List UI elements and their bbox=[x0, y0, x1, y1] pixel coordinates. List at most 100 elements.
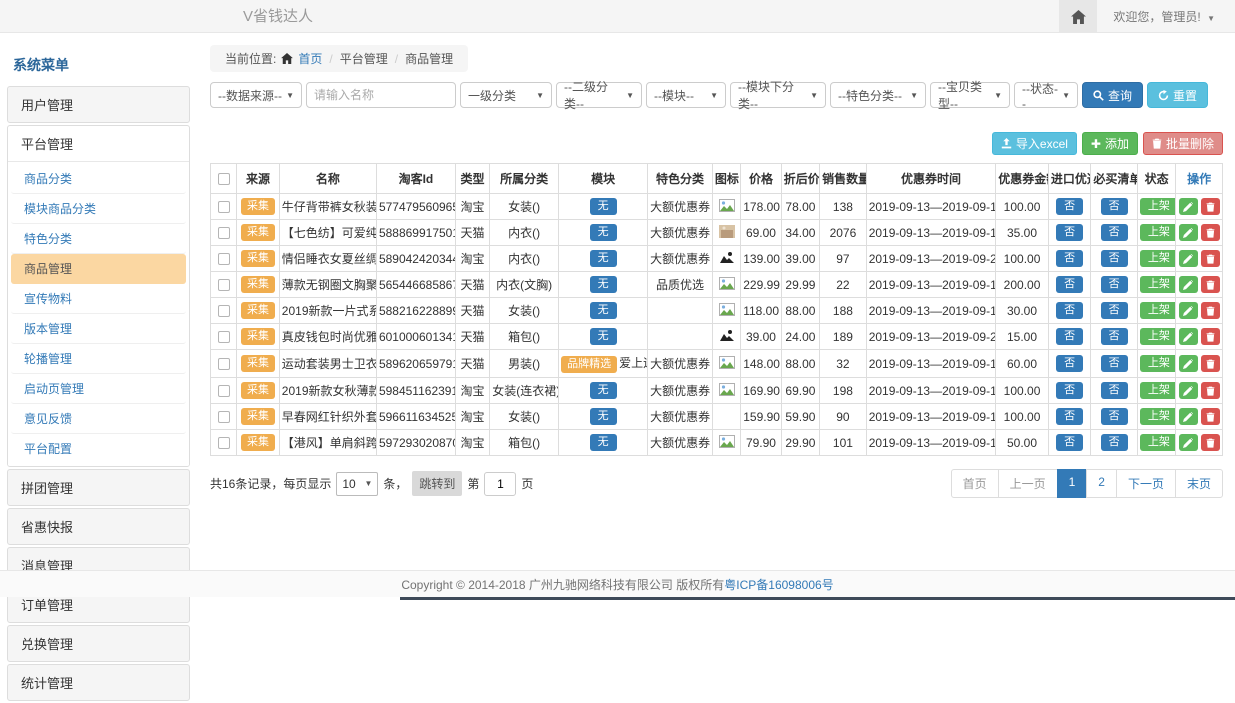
sidebar-item[interactable]: 宣传物料 bbox=[11, 284, 186, 314]
icp-link[interactable]: 粤ICP备16098006号 bbox=[724, 576, 833, 593]
sidebar-item[interactable]: 版本管理 bbox=[11, 314, 186, 344]
must-buy-button[interactable]: 否 bbox=[1101, 408, 1128, 425]
row-checkbox[interactable] bbox=[218, 305, 230, 317]
add-button[interactable]: ✚ 添加 bbox=[1082, 132, 1138, 155]
query-button[interactable]: 查询 bbox=[1082, 82, 1143, 108]
data-source-select[interactable]: --数据来源--▼ bbox=[210, 82, 302, 108]
select-all-checkbox[interactable] bbox=[218, 173, 230, 185]
row-checkbox[interactable] bbox=[218, 279, 230, 291]
reset-button[interactable]: 重置 bbox=[1147, 82, 1208, 108]
delete-button[interactable] bbox=[1201, 328, 1220, 345]
must-buy-button[interactable]: 否 bbox=[1101, 302, 1128, 319]
import-select-button[interactable]: 否 bbox=[1056, 224, 1083, 241]
delete-button[interactable] bbox=[1201, 408, 1220, 425]
status-select[interactable]: --状态--▼ bbox=[1014, 82, 1078, 108]
must-buy-button[interactable]: 否 bbox=[1101, 355, 1128, 372]
row-checkbox[interactable] bbox=[218, 411, 230, 423]
delete-button[interactable] bbox=[1201, 382, 1220, 399]
status-button[interactable]: 上架 bbox=[1140, 382, 1176, 399]
delete-button[interactable] bbox=[1201, 276, 1220, 293]
delete-button[interactable] bbox=[1201, 355, 1220, 372]
row-checkbox[interactable] bbox=[218, 358, 230, 370]
status-button[interactable]: 上架 bbox=[1140, 198, 1176, 215]
delete-button[interactable] bbox=[1201, 224, 1220, 241]
sidebar-item[interactable]: 平台配置 bbox=[11, 434, 186, 463]
sidebar-item[interactable]: 意见反馈 bbox=[11, 404, 186, 434]
edit-button[interactable] bbox=[1179, 198, 1198, 215]
must-buy-button[interactable]: 否 bbox=[1101, 250, 1128, 267]
pager-button[interactable]: 末页 bbox=[1175, 469, 1223, 498]
row-checkbox[interactable] bbox=[218, 385, 230, 397]
sidebar-group-header[interactable]: 拼团管理 bbox=[8, 470, 189, 505]
import-select-button[interactable]: 否 bbox=[1056, 250, 1083, 267]
pager-button[interactable]: 下一页 bbox=[1116, 469, 1176, 498]
import-select-button[interactable]: 否 bbox=[1056, 328, 1083, 345]
module-sub-select[interactable]: --模块下分类--▼ bbox=[730, 82, 826, 108]
import-select-button[interactable]: 否 bbox=[1056, 408, 1083, 425]
sidebar-group-header[interactable]: 省惠快报 bbox=[8, 509, 189, 544]
status-button[interactable]: 上架 bbox=[1140, 328, 1176, 345]
sidebar-group-header[interactable]: 统计管理 bbox=[8, 665, 189, 700]
per-page-select[interactable]: 10 ▼ bbox=[336, 472, 378, 496]
import-select-button[interactable]: 否 bbox=[1056, 355, 1083, 372]
bulk-delete-button[interactable]: 批量删除 bbox=[1143, 132, 1223, 155]
delete-button[interactable] bbox=[1201, 302, 1220, 319]
row-checkbox[interactable] bbox=[218, 437, 230, 449]
status-button[interactable]: 上架 bbox=[1140, 408, 1176, 425]
edit-button[interactable] bbox=[1179, 434, 1198, 451]
breadcrumb-home-link[interactable]: 首页 bbox=[298, 50, 322, 67]
must-buy-button[interactable]: 否 bbox=[1101, 434, 1128, 451]
edit-button[interactable] bbox=[1179, 408, 1198, 425]
must-buy-button[interactable]: 否 bbox=[1101, 224, 1128, 241]
sidebar-group-header[interactable]: 用户管理 bbox=[8, 87, 189, 122]
edit-button[interactable] bbox=[1179, 276, 1198, 293]
sidebar-item[interactable]: 特色分类 bbox=[11, 224, 186, 254]
row-checkbox[interactable] bbox=[218, 331, 230, 343]
status-button[interactable]: 上架 bbox=[1140, 224, 1176, 241]
module-select[interactable]: --模块--▼ bbox=[646, 82, 726, 108]
status-button[interactable]: 上架 bbox=[1140, 250, 1176, 267]
import-select-button[interactable]: 否 bbox=[1056, 198, 1083, 215]
edit-button[interactable] bbox=[1179, 224, 1198, 241]
import-select-button[interactable]: 否 bbox=[1056, 276, 1083, 293]
edit-button[interactable] bbox=[1179, 328, 1198, 345]
sidebar-item[interactable]: 商品管理 bbox=[11, 254, 186, 284]
pager-button[interactable]: 2 bbox=[1086, 469, 1117, 498]
status-button[interactable]: 上架 bbox=[1140, 302, 1176, 319]
must-buy-button[interactable]: 否 bbox=[1101, 382, 1128, 399]
sidebar-group-header[interactable]: 平台管理 bbox=[8, 126, 189, 162]
sidebar-item[interactable]: 启动页管理 bbox=[11, 374, 186, 404]
row-checkbox[interactable] bbox=[218, 201, 230, 213]
status-button[interactable]: 上架 bbox=[1140, 276, 1176, 293]
must-buy-button[interactable]: 否 bbox=[1101, 328, 1128, 345]
search-name-input[interactable] bbox=[306, 82, 456, 108]
row-checkbox[interactable] bbox=[218, 227, 230, 239]
edit-button[interactable] bbox=[1179, 382, 1198, 399]
status-button[interactable]: 上架 bbox=[1140, 434, 1176, 451]
delete-button[interactable] bbox=[1201, 250, 1220, 267]
sidebar-item[interactable]: 轮播管理 bbox=[11, 344, 186, 374]
item-type-select[interactable]: --宝贝类型--▼ bbox=[930, 82, 1010, 108]
edit-button[interactable] bbox=[1179, 250, 1198, 267]
delete-button[interactable] bbox=[1201, 434, 1220, 451]
jump-to-button[interactable]: 跳转到 bbox=[412, 471, 462, 496]
sidebar-item[interactable]: 模块商品分类 bbox=[11, 194, 186, 224]
pager-button[interactable]: 首页 bbox=[951, 469, 999, 498]
page-number-input[interactable] bbox=[484, 472, 516, 496]
pager-button[interactable]: 上一页 bbox=[998, 469, 1058, 498]
delete-button[interactable] bbox=[1201, 198, 1220, 215]
row-checkbox[interactable] bbox=[218, 253, 230, 265]
must-buy-button[interactable]: 否 bbox=[1101, 276, 1128, 293]
category-level2-select[interactable]: --二级分类--▼ bbox=[556, 82, 642, 108]
edit-button[interactable] bbox=[1179, 302, 1198, 319]
category-level1-select[interactable]: 一级分类▼ bbox=[460, 82, 552, 108]
status-button[interactable]: 上架 bbox=[1140, 355, 1176, 372]
must-buy-button[interactable]: 否 bbox=[1101, 198, 1128, 215]
import-select-button[interactable]: 否 bbox=[1056, 302, 1083, 319]
sidebar-item[interactable]: 商品分类 bbox=[11, 164, 186, 194]
edit-button[interactable] bbox=[1179, 355, 1198, 372]
import-select-button[interactable]: 否 bbox=[1056, 434, 1083, 451]
feature-category-select[interactable]: --特色分类--▼ bbox=[830, 82, 926, 108]
import-excel-button[interactable]: 导入excel bbox=[992, 132, 1077, 155]
import-select-button[interactable]: 否 bbox=[1056, 382, 1083, 399]
